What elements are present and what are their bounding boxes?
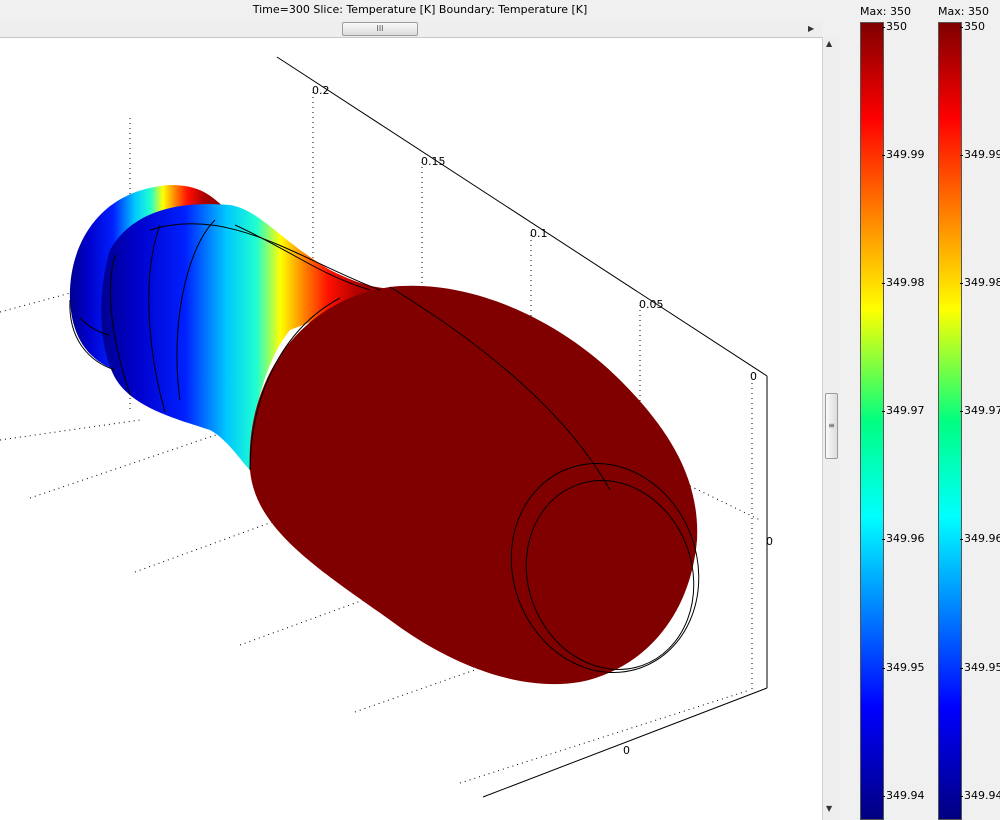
tick-0.05: 0.05 xyxy=(639,298,664,311)
scroll-up-arrow-icon[interactable]: ▲ xyxy=(826,39,832,48)
scroll-right-arrow-icon[interactable]: ▶ xyxy=(808,22,818,35)
tick-0.2: 0.2 xyxy=(312,84,330,97)
colorbar-slice: Max: 350 350 349.99 349.98 349.97 349.96… xyxy=(858,0,925,820)
tick-0.15: 0.15 xyxy=(421,155,446,168)
colorbar-tick: 349.99 xyxy=(960,148,1000,161)
scroll-down-arrow-icon[interactable]: ▼ xyxy=(826,804,832,813)
tick-0-right: 0 xyxy=(766,535,773,548)
colorbar-tick: 349.96 xyxy=(960,532,1000,545)
colorbar-tick: 349.94 xyxy=(882,789,925,802)
colorbar-tick: 349.96 xyxy=(882,532,925,545)
tick-0.1: 0.1 xyxy=(530,227,548,240)
colorbar-tick: 349.95 xyxy=(960,661,1000,674)
red-body xyxy=(249,285,698,685)
colorbar-max-label: Max: 350 xyxy=(860,5,911,18)
horizontal-scrollbar[interactable]: III ▶ xyxy=(0,20,822,38)
plot-viewport[interactable]: 0.2 0.15 0.1 0.05 0 0 0 xyxy=(0,38,822,820)
vertical-scroll-thumb[interactable]: ≡ xyxy=(825,393,838,459)
colorbar-tick: 349.98 xyxy=(960,276,1000,289)
colorbar-top-value: 350 xyxy=(882,20,907,33)
colorbar-tick: 349.95 xyxy=(882,661,925,674)
tick-0-diag: 0 xyxy=(750,370,757,383)
colorbar-gradient xyxy=(860,22,884,820)
colorbar-max-label: Max: 350 xyxy=(938,5,989,18)
vertical-scrollbar[interactable]: ▲ ≡ ▼ xyxy=(822,37,839,820)
plot-title: Time=300 Slice: Temperature [K] Boundary… xyxy=(252,3,588,16)
colorbar-tick: 349.94 xyxy=(960,789,1000,802)
tick-0-bottom: 0 xyxy=(623,744,630,757)
colorbar-tick: 349.98 xyxy=(882,276,925,289)
horizontal-scroll-thumb[interactable]: III xyxy=(342,22,418,36)
3d-plot: 0.2 0.15 0.1 0.05 0 0 0 xyxy=(0,56,773,798)
colorbar-top-value: 350 xyxy=(960,20,985,33)
colorbar-tick: 349.97 xyxy=(882,404,925,417)
colorbar-tick: 349.99 xyxy=(882,148,925,161)
colorbar-gradient xyxy=(938,22,962,820)
colorbar-tick: 349.97 xyxy=(960,404,1000,417)
colorbar-boundary: Max: 350 350 349.99 349.98 349.97 349.96… xyxy=(936,0,1000,820)
